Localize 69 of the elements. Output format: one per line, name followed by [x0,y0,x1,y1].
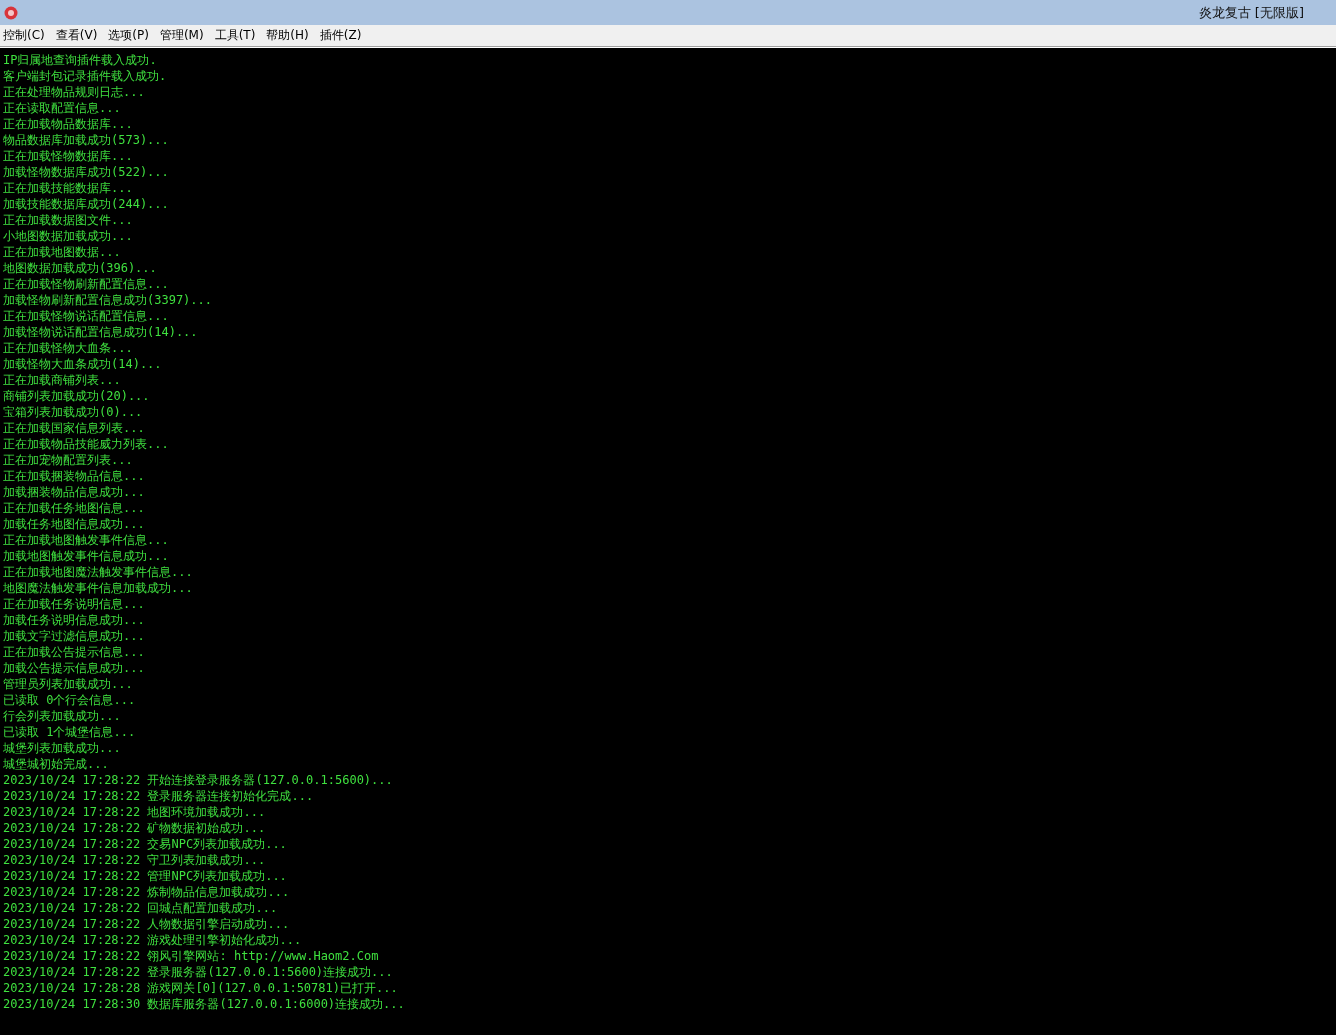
log-line: 正在加载地图触发事件信息... [3,532,169,548]
log-line: 正在加载物品技能威力列表... [3,436,169,452]
log-line: 正在加载任务地图信息... [3,500,145,516]
log-line: 2023/10/24 17:28:22 人物数据引擎启动成功... [3,916,290,932]
log-line: 2023/10/24 17:28:22 管理NPC列表加载成功... [3,868,287,884]
menu-item[interactable]: 帮助(H) [264,27,311,44]
log-line: 2023/10/24 17:28:22 守卫列表加载成功... [3,852,266,868]
log-line: 2023/10/24 17:28:22 回城点配置加载成功... [3,900,278,916]
log-line: 加载怪物数据库成功(522)... [3,164,169,180]
log-line: 2023/10/24 17:28:28 游戏网关[0](127.0.0.1:50781)已打开... [3,980,398,996]
window-title: 炎龙复古 [无限版] [1198,3,1304,22]
log-line: 正在加载数据图文件... [3,212,133,228]
log-line: 加载怪物大血条成功(14)... [3,356,162,372]
log-line: 小地图数据加载成功... [3,228,133,244]
log-line: 加载任务地图信息成功... [3,516,145,532]
log-line: 2023/10/24 17:28:22 登录服务器连接初始化完成... [3,788,314,804]
log-line: IP归属地查询插件载入成功. [3,52,157,68]
log-line: 正在加载捆装物品信息... [3,468,145,484]
log-line: 正在加载商铺列表... [3,372,121,388]
log-line: 2023/10/24 17:28:22 游戏处理引擎初始化成功... [3,932,302,948]
log-line: 客户端封包记录插件载入成功. [3,68,167,84]
log-line: 2023/10/24 17:28:22 炼制物品信息加载成功... [3,884,290,900]
log-line: 加载文字过滤信息成功... [3,628,145,644]
menu-item[interactable]: 选项(P) [106,27,151,44]
log-line: 2023/10/24 17:28:22 矿物数据初始成功... [3,820,266,836]
log-line: 加载怪物刷新配置信息成功(3397)... [3,292,213,308]
log-line: 2023/10/24 17:28:22 开始连接登录服务器(127.0.0.1:5600)... [3,772,393,788]
log-line: 加载怪物说话配置信息成功(14)... [3,324,198,340]
log-line: 加载地图触发事件信息成功... [3,548,169,564]
app-icon [4,5,18,20]
log-line: 城堡列表加载成功... [3,740,121,756]
log-line: 宝箱列表加载成功(0)... [3,404,143,420]
log-line: 正在加载地图数据... [3,244,121,260]
log-line: 物品数据库加载成功(573)... [3,132,169,148]
log-line: 正在加载怪物大血条... [3,340,133,356]
log-line: 已读取 0个行会信息... [3,692,136,708]
log-line: 城堡城初始完成... [3,756,109,772]
menu-item[interactable]: 管理(M) [157,27,206,44]
menu-item[interactable]: 插件(Z) [317,27,364,44]
log-line: 正在加载国家信息列表... [3,420,145,436]
log-line: 正在处理物品规则日志... [3,84,145,100]
log-line: 正在加载怪物说话配置信息... [3,308,169,324]
menu-item[interactable]: 查看(V) [53,27,100,44]
log-line: 已读取 1个城堡信息... [3,724,136,740]
log-line: 行会列表加载成功... [3,708,121,724]
log-line: 加载捆装物品信息成功... [3,484,145,500]
log-line: 2023/10/24 17:28:30 数据库服务器(127.0.0.1:6000)连接成功... [3,996,405,1012]
log-line: 地图数据加载成功(396)... [3,260,157,276]
log-line: 正在加载任务说明信息... [3,596,145,612]
log-line: 2023/10/24 17:28:22 登录服务器(127.0.0.1:5600)连接成功... [3,964,393,980]
menu-item[interactable]: 工具(T) [212,27,258,44]
log-line: 管理员列表加载成功... [3,676,133,692]
log-line: 正在加载技能数据库... [3,180,133,196]
log-line: 2023/10/24 17:28:22 翎风引擎网站: http://www.Haom2.Com [3,948,379,964]
log-line: 正在加载怪物数据库... [3,148,133,164]
log-line: 地图魔法触发事件信息加载成功... [3,580,193,596]
log-line: 2023/10/24 17:28:22 地图环境加载成功... [3,804,266,820]
log-line: 正在加载地图魔法触发事件信息... [3,564,193,580]
log-line: 加载公告提示信息成功... [3,660,145,676]
log-line: 商铺列表加载成功(20)... [3,388,150,404]
log-line: 正在读取配置信息... [3,100,121,116]
log-line: 加载技能数据库成功(244)... [3,196,169,212]
log-line: 正在加宠物配置列表... [3,452,133,468]
log-line: 正在加载怪物刷新配置信息... [3,276,169,292]
log-line: 加载任务说明信息成功... [3,612,145,628]
menu-item[interactable]: 控制(C) [1,27,47,44]
log-line: 正在加载物品数据库... [3,116,133,132]
log-line: 正在加载公告提示信息... [3,644,145,660]
log-line: 2023/10/24 17:28:22 交易NPC列表加载成功... [3,836,287,852]
